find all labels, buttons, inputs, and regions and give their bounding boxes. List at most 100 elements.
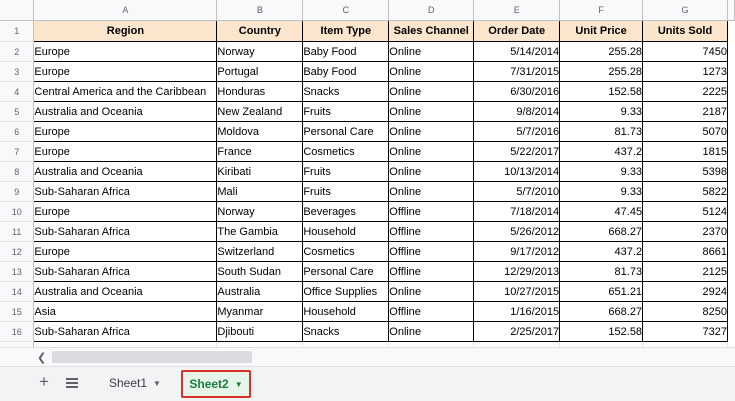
data-cell[interactable]: 9.33 (559, 161, 644, 182)
data-cell[interactable]: Europe (33, 141, 218, 162)
column-header[interactable]: B (216, 0, 304, 21)
row-number[interactable]: 16 (0, 321, 35, 342)
row-number[interactable]: 15 (0, 301, 35, 322)
header-cell[interactable]: Country (216, 20, 304, 42)
data-cell[interactable]: Australia and Oceania (33, 281, 218, 302)
data-cell[interactable]: Norway (216, 201, 304, 222)
column-header[interactable]: E (473, 0, 561, 21)
header-cell[interactable]: Sales Channel (388, 20, 475, 42)
data-cell[interactable]: 2125 (642, 261, 728, 282)
data-cell[interactable]: Sub-Saharan Africa (33, 261, 218, 282)
data-cell[interactable]: Europe (33, 241, 218, 262)
column-header[interactable]: F (559, 0, 644, 21)
data-cell[interactable]: Household (302, 221, 390, 242)
data-cell[interactable]: 2225 (642, 81, 728, 102)
data-cell[interactable]: Myanmar (216, 301, 304, 322)
data-cell[interactable]: 47.45 (559, 201, 644, 222)
data-cell[interactable]: Sub-Saharan Africa (33, 181, 218, 202)
data-cell[interactable]: Online (388, 321, 475, 342)
data-cell[interactable]: 7450 (642, 41, 728, 62)
header-cell[interactable]: Region (33, 20, 218, 42)
column-header[interactable]: G (642, 0, 728, 21)
data-cell[interactable]: 668.27 (559, 221, 644, 242)
data-cell[interactable]: Mali (216, 181, 304, 202)
select-all-corner[interactable] (0, 0, 35, 21)
data-cell[interactable]: France (216, 141, 304, 162)
data-cell[interactable]: Fruits (302, 181, 390, 202)
data-cell[interactable]: Offline (388, 201, 475, 222)
data-cell[interactable]: Australia (216, 281, 304, 302)
data-cell[interactable]: Portugal (216, 61, 304, 82)
data-cell[interactable]: 651.21 (559, 281, 644, 302)
data-cell[interactable]: 5124 (642, 201, 728, 222)
data-cell[interactable]: 8661 (642, 241, 728, 262)
data-cell[interactable]: 12/29/2013 (473, 261, 561, 282)
data-cell[interactable]: Online (388, 281, 475, 302)
chevron-left-icon[interactable]: ❮ (37, 351, 46, 364)
data-cell[interactable]: 1/16/2015 (473, 301, 561, 322)
data-cell[interactable]: Sub-Saharan Africa (33, 321, 218, 342)
header-cell[interactable]: Units Sold (642, 20, 728, 42)
tab-sheet1[interactable]: Sheet1 ▼ (105, 371, 171, 395)
data-cell[interactable]: 2370 (642, 221, 728, 242)
scrollbar-thumb[interactable] (52, 351, 252, 363)
row-number[interactable]: 12 (0, 241, 35, 262)
data-cell[interactable]: Beverages (302, 201, 390, 222)
data-cell[interactable]: Online (388, 181, 475, 202)
column-header[interactable]: A (33, 0, 218, 21)
row-number[interactable]: 6 (0, 121, 35, 142)
data-cell[interactable]: New Zealand (216, 101, 304, 122)
data-cell[interactable]: 5/7/2016 (473, 121, 561, 142)
data-cell[interactable]: Norway (216, 41, 304, 62)
data-cell[interactable]: 9.33 (559, 181, 644, 202)
data-cell[interactable]: 2924 (642, 281, 728, 302)
row-number[interactable]: 7 (0, 141, 35, 162)
menu-icon[interactable] (66, 378, 78, 388)
data-cell[interactable]: 255.28 (559, 61, 644, 82)
data-cell[interactable]: Offline (388, 261, 475, 282)
data-cell[interactable]: The Gambia (216, 221, 304, 242)
tab-sheet2[interactable]: Sheet2 ▼ (181, 370, 251, 398)
data-cell[interactable]: 5822 (642, 181, 728, 202)
header-cell[interactable]: Order Date (473, 20, 561, 42)
data-cell[interactable]: 9/8/2014 (473, 101, 561, 122)
row-number[interactable]: 14 (0, 281, 35, 302)
data-cell[interactable]: Snacks (302, 321, 390, 342)
data-cell[interactable]: Offline (388, 241, 475, 262)
data-cell[interactable]: 5/7/2010 (473, 181, 561, 202)
horizontal-scrollbar[interactable]: ❮ (0, 347, 735, 367)
data-cell[interactable]: 2/25/2017 (473, 321, 561, 342)
data-cell[interactable]: 5070 (642, 121, 728, 142)
data-cell[interactable]: 5398 (642, 161, 728, 182)
data-cell[interactable]: South Sudan (216, 261, 304, 282)
data-cell[interactable]: 5/26/2012 (473, 221, 561, 242)
row-number[interactable]: 13 (0, 261, 35, 282)
data-cell[interactable]: Snacks (302, 81, 390, 102)
data-cell[interactable]: Baby Food (302, 61, 390, 82)
data-cell[interactable]: 668.27 (559, 301, 644, 322)
data-cell[interactable]: 1815 (642, 141, 728, 162)
data-cell[interactable]: 437.2 (559, 241, 644, 262)
row-number[interactable]: 2 (0, 41, 35, 62)
data-cell[interactable]: Offline (388, 221, 475, 242)
data-cell[interactable]: Sub-Saharan Africa (33, 221, 218, 242)
row-number[interactable]: 11 (0, 221, 35, 242)
data-cell[interactable]: 7327 (642, 321, 728, 342)
data-cell[interactable]: Europe (33, 61, 218, 82)
data-cell[interactable]: 437.2 (559, 141, 644, 162)
data-cell[interactable]: Fruits (302, 161, 390, 182)
column-header[interactable]: C (302, 0, 390, 21)
caret-down-icon[interactable]: ▼ (153, 379, 161, 388)
row-number[interactable]: 10 (0, 201, 35, 222)
data-cell[interactable]: Online (388, 141, 475, 162)
data-cell[interactable]: Online (388, 81, 475, 102)
data-cell[interactable]: 1273 (642, 61, 728, 82)
data-cell[interactable]: 5/22/2017 (473, 141, 561, 162)
data-cell[interactable]: Australia and Oceania (33, 101, 218, 122)
data-cell[interactable]: 7/18/2014 (473, 201, 561, 222)
data-cell[interactable]: Online (388, 61, 475, 82)
data-cell[interactable]: 152.58 (559, 81, 644, 102)
data-cell[interactable]: Europe (33, 201, 218, 222)
data-cell[interactable]: Australia and Oceania (33, 161, 218, 182)
data-cell[interactable]: 9.33 (559, 101, 644, 122)
